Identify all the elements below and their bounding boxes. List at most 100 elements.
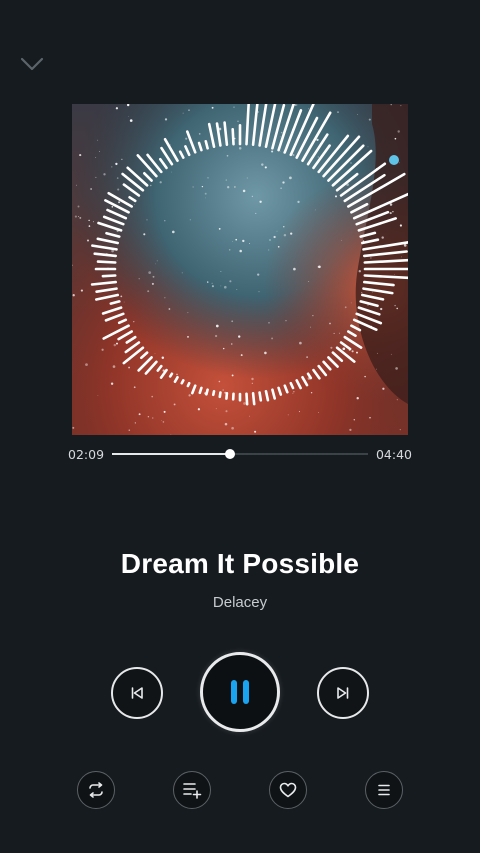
- visualizer-bar: [312, 144, 331, 170]
- chevron-down-icon: [20, 57, 44, 71]
- visualizer-bar: [339, 341, 352, 351]
- visualizer-bar: [245, 392, 249, 406]
- visualizer-bar: [322, 360, 332, 371]
- visualizer-bar: [277, 386, 283, 396]
- favorite-button[interactable]: [269, 771, 307, 809]
- visualizer-bar: [245, 104, 250, 146]
- queue-icon: [378, 784, 390, 796]
- queue-button[interactable]: [365, 771, 403, 809]
- visualizer-bar: [94, 293, 120, 301]
- visualizer-bar: [104, 312, 125, 322]
- visualizer-bar: [327, 356, 339, 368]
- seek-bar[interactable]: [112, 449, 368, 459]
- repeat-button[interactable]: [77, 771, 115, 809]
- visualizer-bar: [197, 141, 203, 152]
- elapsed-time: 02:09: [68, 446, 105, 462]
- visualizer-bar: [223, 121, 229, 147]
- visualizer-bar: [362, 250, 408, 258]
- visualizer-bar: [359, 231, 377, 238]
- visualizer-bar: [225, 391, 229, 400]
- visualizer-bar: [143, 172, 153, 182]
- audio-visualizer: [90, 104, 408, 406]
- visualizer-bar: [96, 237, 120, 245]
- visualizer-bar: [168, 372, 174, 378]
- visualizer-bar: [124, 341, 141, 354]
- visualizer-bar: [186, 130, 197, 154]
- total-time: 04:40: [375, 446, 412, 462]
- visualizer-bar: [271, 388, 276, 400]
- skip-previous-icon: [131, 687, 143, 699]
- visualizer-bar: [350, 202, 369, 214]
- visualizer-bar: [231, 127, 235, 146]
- visualizer-bar: [360, 293, 385, 301]
- visualizer-bar: [301, 375, 309, 387]
- visualizer-bar: [357, 306, 381, 316]
- song-title: Dream It Possible: [120, 548, 360, 579]
- visualizer-bar: [360, 238, 380, 245]
- visualizer-bar: [331, 351, 344, 363]
- music-player-screen: 02:09 04:40 Dream It Possible Delacey: [0, 0, 480, 853]
- visualizer-bar: [362, 287, 394, 295]
- visualizer-bar: [205, 388, 209, 396]
- visualizer-bar: [198, 386, 203, 395]
- repeat-icon: [89, 782, 103, 798]
- visualizer-bar: [90, 280, 118, 286]
- visualizer-bar: [335, 172, 359, 192]
- visualizer-bar: [106, 208, 128, 220]
- visualizer-bar: [136, 154, 158, 178]
- visualizer-bar: [121, 172, 145, 192]
- previous-button[interactable]: [111, 667, 163, 719]
- visualizer-bar: [101, 306, 123, 315]
- visualizer-bar: [91, 244, 118, 251]
- visualizer-bar: [97, 221, 123, 232]
- visualizer-bar: [180, 379, 185, 385]
- visualizer-bar: [173, 375, 179, 384]
- seek-bar-thumb[interactable]: [224, 449, 235, 459]
- seek-bar-fill: [112, 453, 230, 455]
- visualizer-bar: [306, 133, 329, 166]
- visualizer-bar: [101, 274, 117, 278]
- visualizer-bar: [186, 381, 191, 388]
- visualizer-bar: [126, 166, 149, 187]
- next-button[interactable]: [317, 667, 369, 719]
- visualizer-bar: [93, 252, 118, 258]
- visualizer-bar: [212, 389, 216, 397]
- visualizer-bar: [178, 150, 185, 159]
- visualizer-bar: [295, 379, 302, 390]
- visualizer-bar: [109, 300, 121, 305]
- visualizer-bar: [251, 391, 256, 406]
- visualizer-bar: [306, 372, 313, 380]
- visualizer-bar: [283, 109, 303, 154]
- collapse-button[interactable]: [18, 52, 46, 76]
- visualizer-bar: [218, 391, 222, 399]
- visualizer-bar: [117, 318, 128, 325]
- visualizer-bar: [350, 324, 362, 332]
- add-to-playlist-button[interactable]: [173, 771, 211, 809]
- visualizer-bar: [363, 258, 408, 264]
- visualizer-bar: [125, 335, 137, 344]
- visualizer-bar: [159, 157, 168, 170]
- play-pause-button[interactable]: [200, 652, 280, 732]
- visualizer-bar: [102, 215, 125, 226]
- visualizer-bar: [215, 122, 222, 147]
- artist-name: Delacey: [212, 594, 268, 611]
- visualizer-bar: [283, 384, 289, 394]
- album-art: [72, 104, 408, 435]
- visualizer-bar: [95, 287, 118, 293]
- visualizer-bar: [144, 360, 158, 375]
- visualizer-bar: [140, 351, 149, 360]
- visualizer-bar: [128, 196, 137, 203]
- visualizer-bar: [363, 274, 408, 280]
- visualizer-bar: [359, 300, 379, 308]
- visualizer-bar: [105, 231, 121, 238]
- add-to-playlist-icon: [183, 783, 202, 799]
- visualizer-bar: [289, 381, 295, 390]
- progress-bar-row: 02:09 04:40: [68, 444, 412, 464]
- heart-icon: [279, 782, 297, 798]
- visualizer-bar: [258, 391, 263, 402]
- visualizer-bar: [159, 368, 168, 379]
- visualizer-bar: [251, 104, 259, 147]
- visualizer-bar: [191, 384, 197, 395]
- visualizer-bar: [96, 260, 117, 264]
- skip-next-icon: [337, 687, 349, 699]
